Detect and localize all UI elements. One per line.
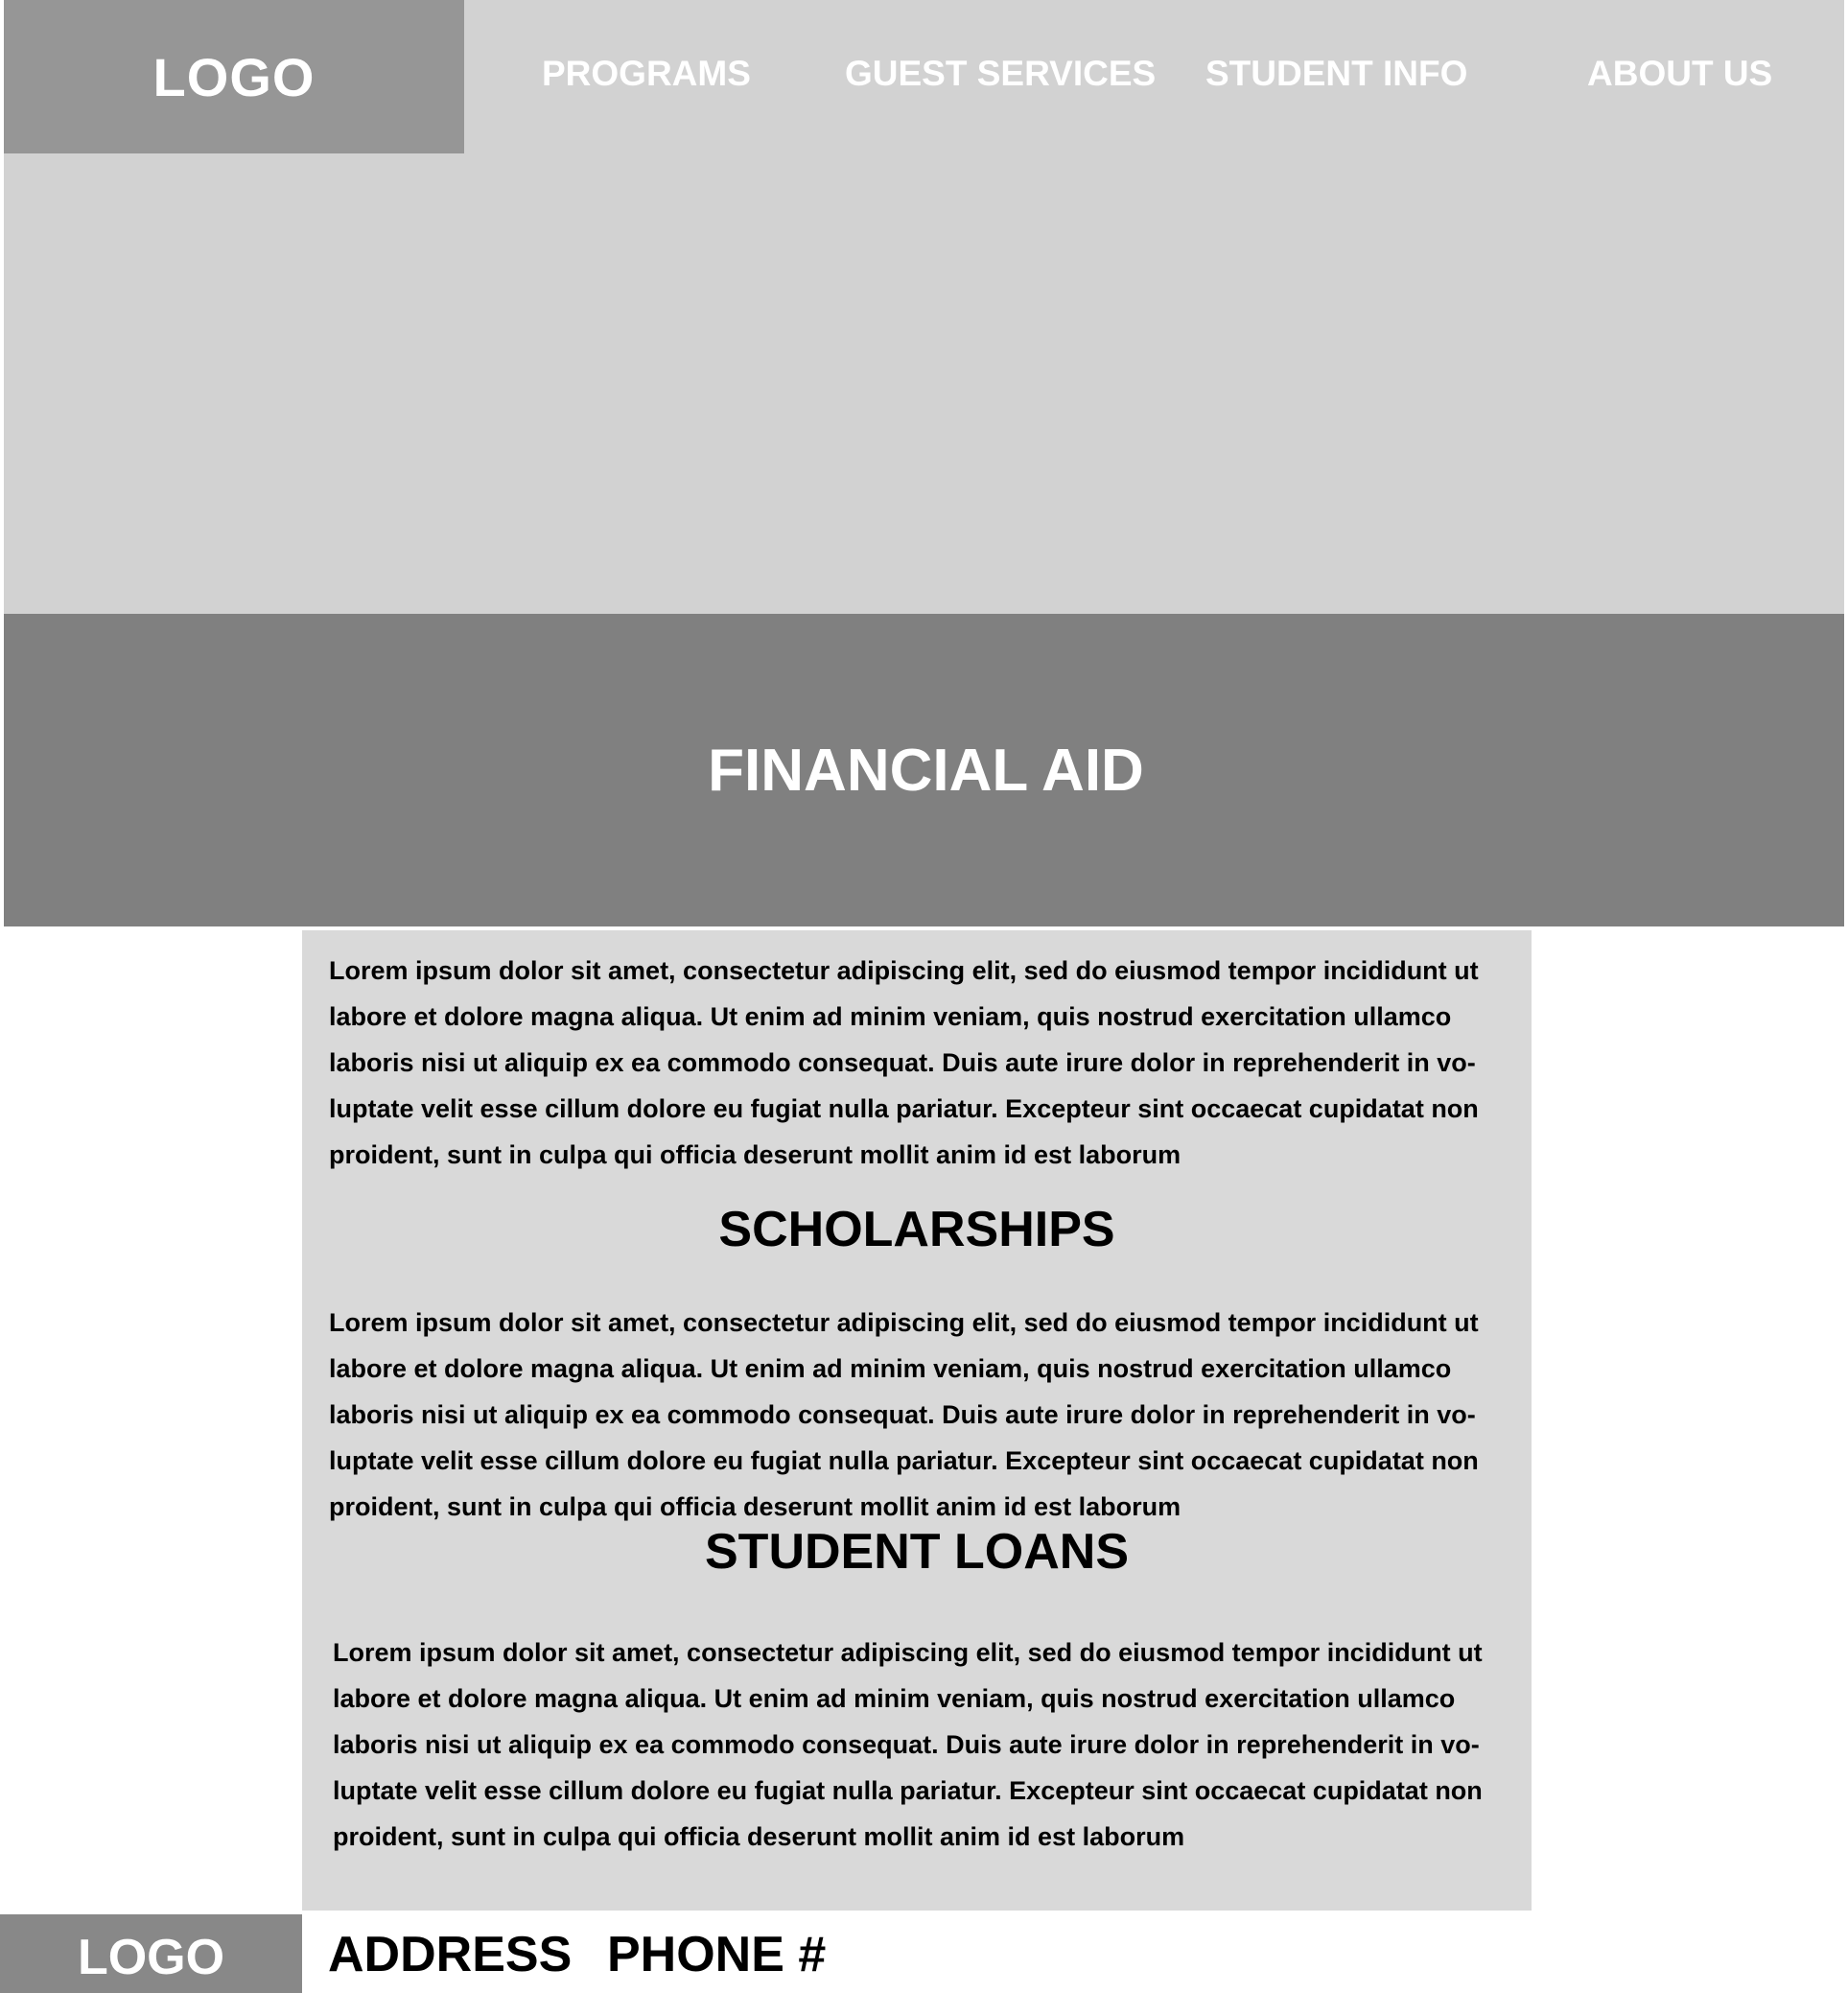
page-title-banner: FINANCIAL AID [4,614,1844,926]
header-logo[interactable]: LOGO [4,0,464,153]
student-loans-paragraph: Lorem ipsum dolor sit amet, consectetur … [333,1630,1522,1860]
header-logo-text: LOGO [152,46,316,107]
scholarships-paragraph: Lorem ipsum dolor sit amet, consectetur … [329,1300,1518,1530]
paragraph-line: luptate velit esse cillum dolore eu fugi… [329,1446,1479,1475]
paragraph-line: Lorem ipsum dolor sit amet, consectetur … [329,1308,1479,1337]
paragraph-line: laboris nisi ut aliquip ex ea commodo co… [329,1048,1476,1077]
content-panel: Lorem ipsum dolor sit amet, consectetur … [302,930,1532,1911]
paragraph-line: labore et dolore magna aliqua. Ut enim a… [329,1002,1452,1031]
paragraph-line: labore et dolore magna aliqua. Ut enim a… [333,1684,1456,1713]
nav-item-student-info[interactable]: STUDENT INFO [1205,54,1467,94]
footer-logo[interactable]: LOGO [0,1914,302,1993]
paragraph-line: Lorem ipsum dolor sit amet, consectetur … [333,1638,1483,1667]
footer-address: ADDRESS [328,1927,573,1982]
paragraph-line: labore et dolore magna aliqua. Ut enim a… [329,1354,1452,1383]
paragraph-line: Lorem ipsum dolor sit amet, consectetur … [329,956,1479,985]
page-title: FINANCIAL AID [708,737,1144,804]
paragraph-line: laboris nisi ut aliquip ex ea commodo co… [329,1400,1476,1429]
paragraph-line: proident, sunt in culpa qui officia dese… [333,1822,1185,1851]
nav-item-guest-services[interactable]: GUEST SERVICES [845,54,1156,94]
section-heading-student-loans: STUDENT LOANS [705,1524,1129,1580]
section-heading-scholarships: SCHOLARSHIPS [718,1202,1115,1257]
paragraph-line: luptate velit esse cillum dolore eu fugi… [333,1776,1483,1805]
paragraph-line: laboris nisi ut aliquip ex ea commodo co… [333,1730,1480,1759]
footer-phone: PHONE # [607,1927,827,1982]
nav-item-programs[interactable]: PROGRAMS [542,54,751,94]
paragraph-line: proident, sunt in culpa qui officia dese… [329,1140,1181,1169]
nav-item-about-us[interactable]: ABOUT US [1587,54,1772,94]
paragraph-line: luptate velit esse cillum dolore eu fugi… [329,1094,1479,1123]
footer-logo-text: LOGO [77,1930,225,1985]
intro-paragraph: Lorem ipsum dolor sit amet, consectetur … [329,948,1518,1178]
